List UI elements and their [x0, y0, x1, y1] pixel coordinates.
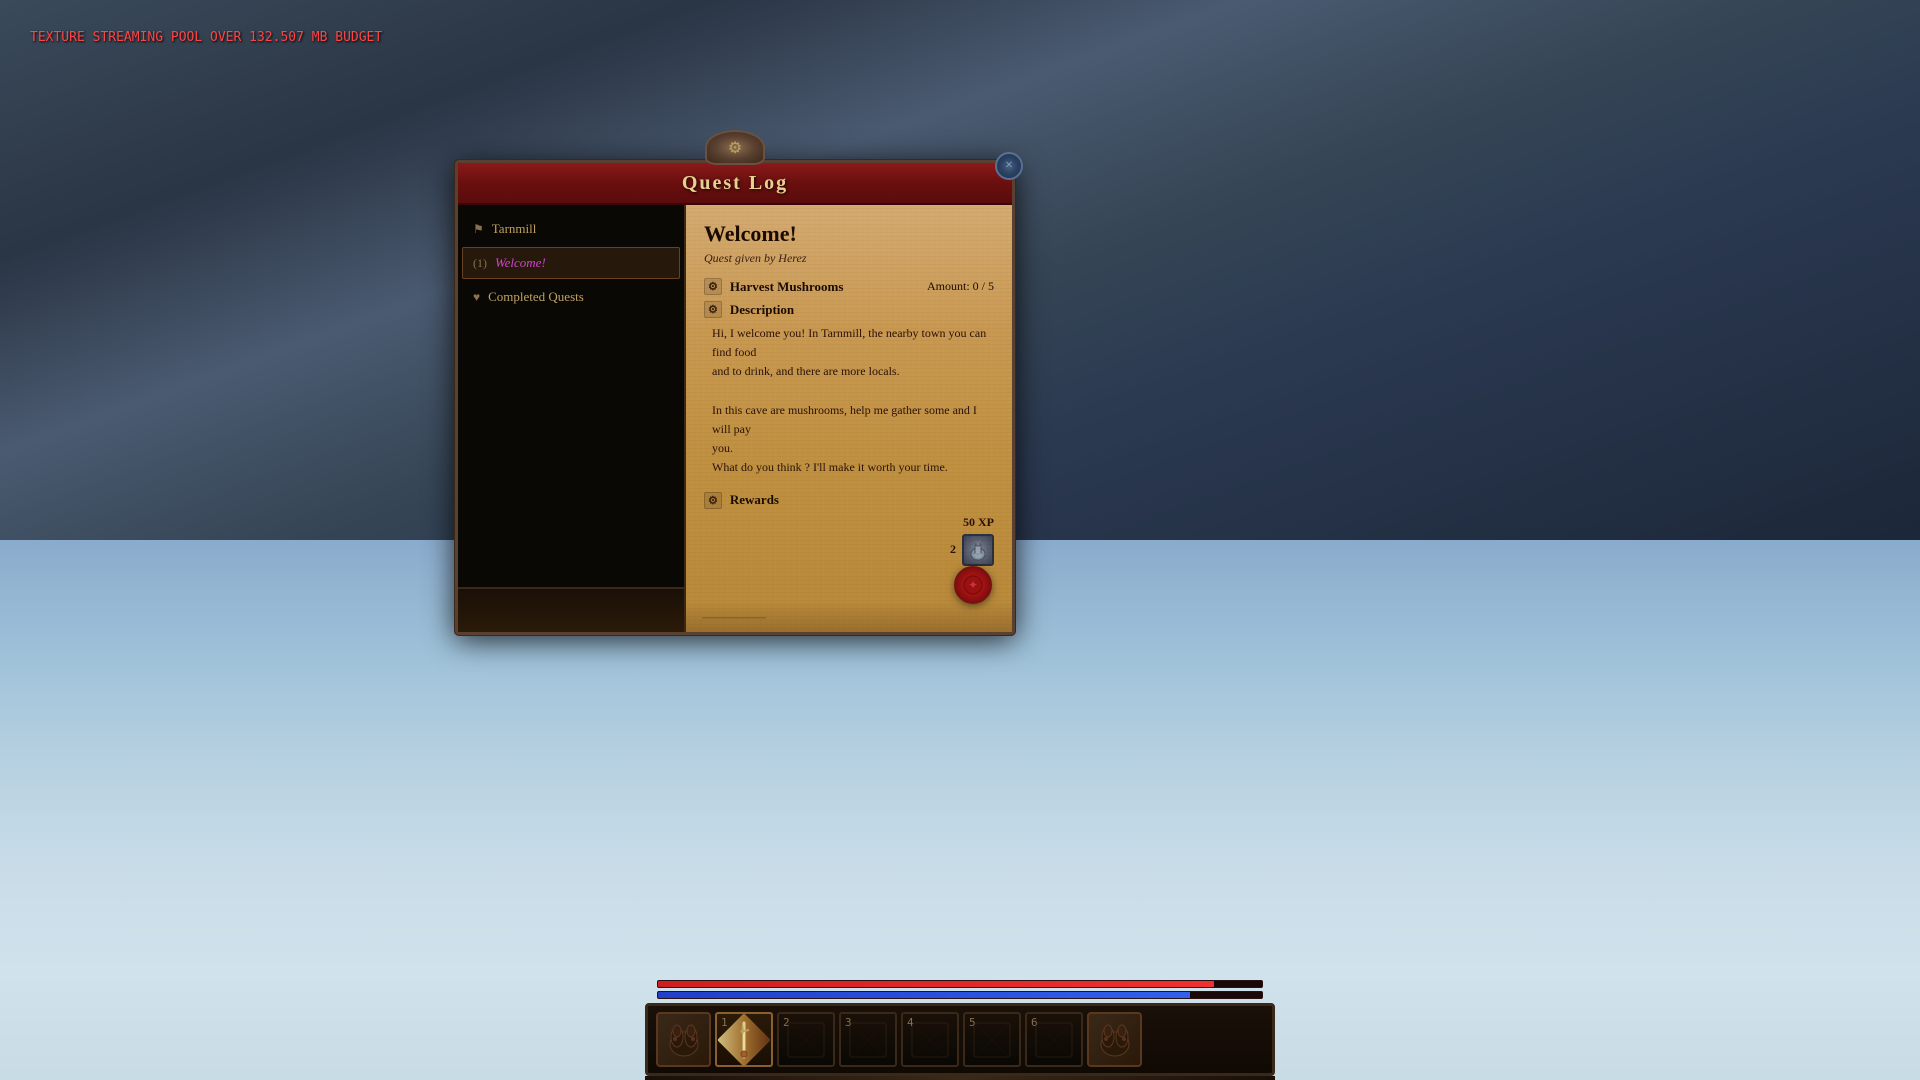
welcome-label: Welcome!: [495, 255, 546, 271]
hotbar-decoration-right: [1087, 1012, 1142, 1067]
svg-text:✦: ✦: [968, 578, 978, 592]
description-icon: ⚙: [704, 301, 722, 318]
objective-amount: Amount: 0 / 5: [927, 279, 994, 294]
quest-window: × Quest Log ⚑ Tarnmill (1) Welcome!: [455, 160, 1015, 635]
slot-3-empty: [848, 1021, 888, 1059]
seal-icon: ✦: [962, 574, 984, 596]
rewards-section: ⚙ Rewards 50 XP 2: [704, 492, 994, 566]
reward-xp: 50 XP: [704, 515, 994, 530]
quest-list-bottom: [458, 587, 684, 632]
rewards-icon: ⚙: [704, 492, 722, 509]
completed-icon: ♥: [473, 290, 480, 305]
quest-giver: Quest given by Herez: [704, 251, 994, 266]
debug-text: TEXTURE STREAMING POOL OVER 132.507 MB B…: [30, 30, 382, 45]
window-top-ornament: [705, 130, 765, 165]
hotbar-slot-1[interactable]: 1: [715, 1012, 773, 1067]
window-content: ⚑ Tarnmill (1) Welcome! ♥ Completed Ques…: [458, 205, 1012, 632]
objective-name: Harvest Mushrooms: [730, 279, 844, 295]
slot-6-empty: [1034, 1021, 1074, 1059]
quest-list-item-completed[interactable]: ♥ Completed Quests: [462, 281, 680, 313]
quest-list-item-tarnmill[interactable]: ⚑ Tarnmill: [462, 213, 680, 245]
hotbar-frame: 1 2 3: [645, 1003, 1275, 1076]
hotbar-separator: [645, 1076, 1275, 1080]
potion-icon: [967, 539, 989, 561]
reward-item: 2: [704, 534, 994, 566]
health-bar-track: [657, 980, 1263, 988]
tarnmill-icon: ⚑: [473, 222, 484, 237]
left-decoration-icon: [663, 1019, 705, 1061]
hotbar-slot-6[interactable]: 6: [1025, 1012, 1083, 1067]
window-frame: Quest Log ⚑ Tarnmill (1) Welcome! ♥: [455, 160, 1015, 635]
mana-bar-fill: [658, 992, 1190, 998]
description-header: ⚙ Description: [704, 301, 994, 318]
quest-description: Hi, I welcome you! In Tarnmill, the near…: [704, 324, 994, 478]
close-button[interactable]: ×: [995, 152, 1023, 180]
slot-2-empty: [786, 1021, 826, 1059]
tarnmill-label: Tarnmill: [492, 221, 537, 237]
rewards-header: ⚙ Rewards: [704, 492, 994, 509]
window-titlebar: Quest Log: [458, 163, 1012, 205]
hotbar-slot-3[interactable]: 3: [839, 1012, 897, 1067]
welcome-number: (1): [473, 256, 487, 271]
health-bar-fill: [658, 981, 1214, 987]
rewards-label: Rewards: [730, 492, 779, 508]
window-title: Quest Log: [682, 172, 788, 195]
scroll-indicator: ─────────: [702, 613, 766, 624]
hotbar-slot-5[interactable]: 5: [963, 1012, 1021, 1067]
hotbar-slot-2[interactable]: 2: [777, 1012, 835, 1067]
hotbar-decoration-left: [656, 1012, 711, 1067]
description-header-label: Description: [730, 302, 794, 318]
slot-1-number: 1: [721, 1016, 728, 1029]
hotbar-container: 1 2 3: [645, 980, 1275, 1080]
slot-5-empty: [972, 1021, 1012, 1059]
hotbar-slot-4[interactable]: 4: [901, 1012, 959, 1067]
right-decoration-icon: [1094, 1019, 1136, 1061]
sword-icon: [721, 1017, 766, 1062]
quest-detail-panel: Welcome! Quest given by Herez ⚙ Harvest …: [686, 205, 1012, 632]
quest-list-item-welcome[interactable]: (1) Welcome!: [462, 247, 680, 279]
wax-seal: ✦: [954, 566, 992, 604]
completed-label: Completed Quests: [488, 289, 584, 305]
objective-icon: ⚙: [704, 278, 722, 295]
slot-4-empty: [910, 1021, 950, 1059]
mana-bar-track: [657, 991, 1263, 999]
objective-header: ⚙ Harvest Mushrooms Amount: 0 / 5: [704, 278, 994, 295]
quest-list-panel: ⚑ Tarnmill (1) Welcome! ♥ Completed Ques…: [458, 205, 686, 632]
quest-title: Welcome!: [704, 221, 994, 247]
reward-item-icon: [962, 534, 994, 566]
reward-item-count: 2: [950, 542, 956, 557]
resource-bars: [645, 980, 1275, 999]
